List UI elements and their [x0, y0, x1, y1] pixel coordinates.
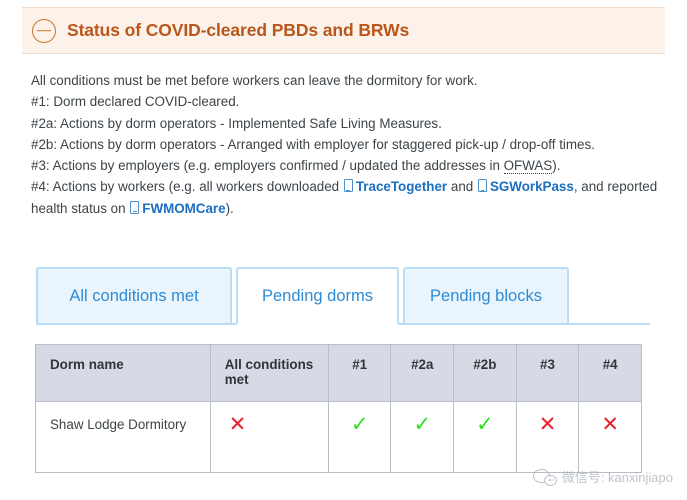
mobile-phone-icon: [343, 179, 353, 193]
link-tracetogether[interactable]: TraceTogether: [356, 179, 447, 194]
link-fwmomcare[interactable]: FWMOMCare: [142, 201, 225, 216]
column-header-2a[interactable]: #2a: [390, 344, 455, 402]
check-icon: ✓: [413, 413, 432, 436]
check-icon: ✓: [350, 413, 369, 436]
description-item-4-mid: and: [447, 179, 477, 195]
table-body: Shaw Lodge Dormitory ✕ ✓ ✓ ✓ ✕ ✕: [35, 401, 642, 473]
cell-condition-3: ✕: [515, 401, 580, 473]
description-item-1: #1: Dorm declared COVID-cleared.: [31, 94, 240, 110]
cell-condition-1: ✓: [327, 401, 392, 473]
check-icon: ✓: [476, 413, 494, 436]
mobile-phone-icon: [477, 179, 487, 193]
cross-icon: ✕: [228, 413, 247, 436]
cross-icon: ✕: [601, 413, 619, 436]
table-header-row: Dorm name All conditions met #1 #2a #2b …: [35, 344, 642, 402]
cell-condition-2b: ✓: [453, 401, 517, 473]
column-header-3[interactable]: #3: [515, 344, 580, 402]
panel-header[interactable]: Status of COVID-cleared PBDs and BRWs: [22, 7, 665, 54]
column-header-dorm-name[interactable]: Dorm name: [35, 344, 211, 402]
description-item-4: #4: Actions by workers (e.g. all workers…: [31, 176, 661, 219]
description-item-3-post: ).: [552, 158, 561, 174]
description-item-2a: #2a: Actions by dorm operators - Impleme…: [31, 115, 442, 131]
column-header-1[interactable]: #1: [327, 344, 392, 402]
page-title: Status of COVID-cleared PBDs and BRWs: [67, 20, 410, 40]
column-header-2b[interactable]: #2b: [453, 344, 517, 402]
column-header-all-conditions-met[interactable]: All conditions met: [209, 344, 329, 402]
cell-all-conditions-met: ✕: [209, 401, 329, 473]
tab-all-conditions-met[interactable]: All conditions met: [36, 267, 232, 325]
description-intro: All conditions must be met before worker…: [31, 73, 478, 88]
table-row: Shaw Lodge Dormitory ✕ ✓ ✓ ✓ ✕ ✕: [35, 401, 642, 473]
table-header: Dorm name All conditions met #1 #2a #2b …: [35, 344, 642, 402]
description-item-2b: #2b: Actions by dorm operators - Arrange…: [31, 136, 595, 152]
cell-condition-2a: ✓: [390, 401, 455, 473]
cross-icon: ✕: [538, 413, 557, 436]
description-item-3: #3: Actions by employers (e.g. employers…: [31, 155, 661, 176]
cell-condition-4: ✕: [578, 401, 642, 473]
circle-minus-icon[interactable]: [32, 18, 56, 43]
description-item-4-post: ).: [225, 200, 234, 216]
description-item-4-pre: #4: Actions by workers (e.g. all workers…: [31, 179, 343, 195]
mobile-phone-icon: [130, 200, 140, 214]
dorm-status-table: Dorm name All conditions met #1 #2a #2b …: [35, 344, 642, 473]
cell-dorm-name: Shaw Lodge Dormitory: [35, 401, 211, 473]
description-item-3-pre: #3: Actions by employers (e.g. employers…: [31, 158, 504, 174]
tab-pending-blocks[interactable]: Pending blocks: [403, 267, 569, 325]
description-block: All conditions must be met before worker…: [31, 70, 661, 219]
ofwas-abbreviation: OFWAS: [503, 158, 553, 175]
column-header-4[interactable]: #4: [578, 344, 642, 402]
link-sgworkpass[interactable]: SGWorkPass: [490, 179, 574, 194]
tab-bar: All conditions met Pending dorms Pending…: [36, 267, 650, 325]
tab-pending-dorms[interactable]: Pending dorms: [236, 267, 399, 325]
